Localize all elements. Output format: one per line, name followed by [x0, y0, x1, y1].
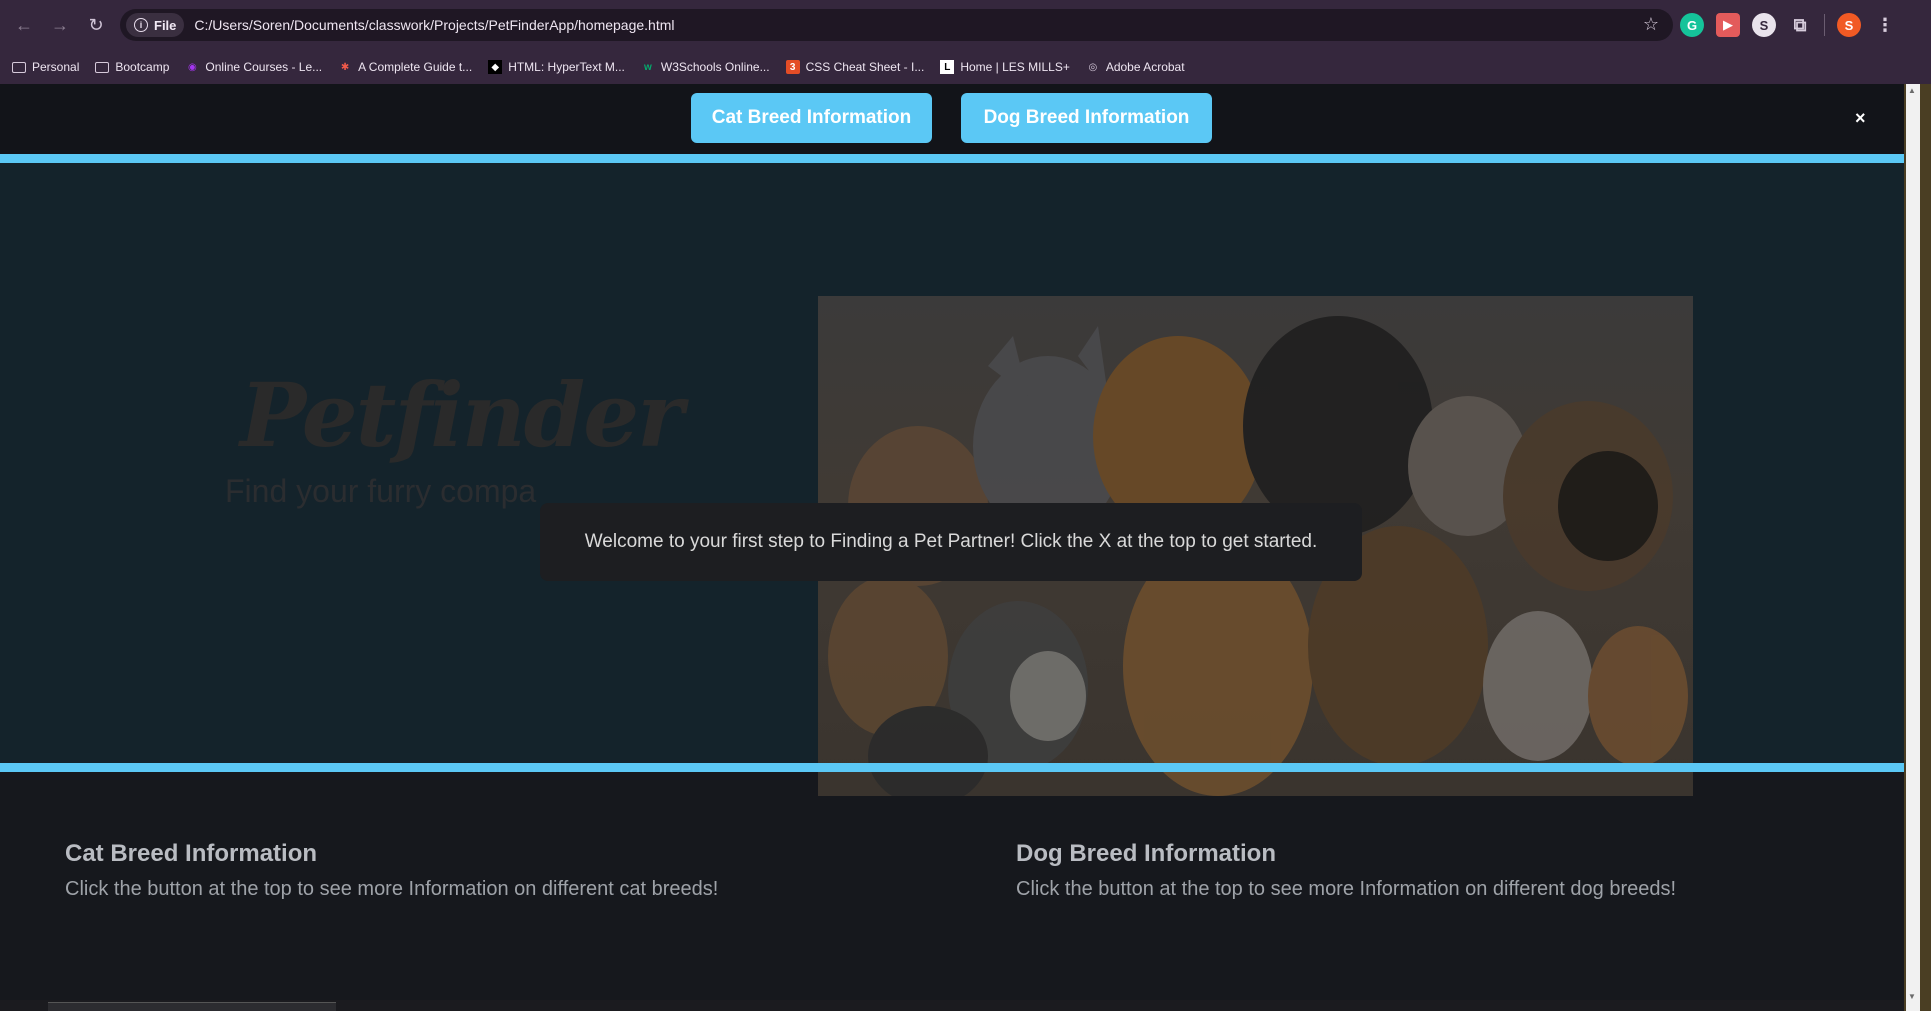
close-icon[interactable]: × — [1855, 108, 1866, 129]
folder-icon — [95, 61, 110, 73]
bookmark-label: A Complete Guide t... — [358, 60, 473, 74]
w3schools-icon: w — [643, 61, 652, 73]
os-taskbar — [0, 1000, 1904, 1011]
mdn-icon: ◆ — [488, 60, 503, 74]
scrollbar-track[interactable] — [1906, 84, 1920, 1011]
dog-breed-button[interactable]: Dog Breed Information — [961, 93, 1212, 143]
taskbar-search[interactable] — [48, 1002, 336, 1011]
file-chip-label: File — [154, 17, 177, 33]
browser-menu-icon[interactable]: ⋮ — [1873, 13, 1897, 37]
dog-info-title: Dog Breed Information — [1016, 840, 1277, 867]
grammarly-icon[interactable]: G — [1680, 13, 1704, 37]
recorder-extension-icon[interactable]: ▶ — [1716, 13, 1740, 37]
bookmark-item[interactable]: 3 CSS Cheat Sheet - I... — [785, 60, 925, 74]
cat-breed-button[interactable]: Cat Breed Information — [691, 93, 932, 143]
bookmark-label: HTML: HyperText M... — [508, 60, 625, 74]
petfinder-logo: Petfinder — [240, 363, 684, 467]
dog-info-text: Click the button at the top to see more … — [1016, 878, 1677, 900]
page-content: Cat Breed Information Dog Breed Informat… — [0, 84, 1904, 1011]
folder-icon — [12, 61, 26, 73]
cat-info-text: Click the button at the top to see more … — [65, 878, 719, 900]
bookmark-item[interactable]: ✱ A Complete Guide t... — [338, 60, 472, 74]
browser-chrome: ← → ↻ i File C:/Users/Soren/Documents/cl… — [0, 0, 1931, 84]
reload-icon[interactable]: ↻ — [78, 7, 114, 43]
top-navigation: Cat Breed Information Dog Breed Informat… — [0, 84, 1904, 154]
udemy-icon: ◉ — [188, 61, 197, 73]
bookmark-label: W3Schools Online... — [660, 60, 770, 74]
bookmark-item[interactable]: ◎ Adobe Acrobat — [1086, 60, 1185, 74]
bookmark-item[interactable]: L Home | LES MILLS+ — [940, 60, 1070, 74]
bookmark-item[interactable]: Bootcamp — [95, 60, 169, 74]
welcome-tooltip: Welcome to your first step to Finding a … — [540, 503, 1362, 581]
css-icon: 3 — [785, 60, 800, 74]
bookmark-item[interactable]: w W3Schools Online... — [641, 60, 770, 74]
bookmark-item[interactable]: Personal — [12, 60, 79, 74]
bookmark-label: Online Courses - Le... — [205, 60, 323, 74]
bookmark-label: Adobe Acrobat — [1105, 60, 1185, 74]
scroll-down-icon[interactable]: ▼ — [1908, 992, 1916, 1001]
hero-section: Petfinder Find your furry compa Welcome … — [0, 163, 1904, 796]
accent-divider — [0, 154, 1904, 163]
star-logo-icon: ✱ — [340, 61, 350, 73]
bookmark-label: CSS Cheat Sheet - I... — [805, 60, 925, 74]
back-icon[interactable]: ← — [6, 7, 42, 43]
globe-icon: ◎ — [1088, 61, 1098, 73]
bookmark-star-icon[interactable]: ☆ — [1643, 14, 1659, 35]
extensions-area: G ▶ S ⧉ S ⋮ — [1680, 13, 1897, 37]
profile-avatar[interactable]: S — [1837, 13, 1861, 37]
dog-info-section: Dog Breed Information Click the button a… — [1016, 840, 1676, 901]
accent-divider — [0, 763, 1904, 772]
bookmarks-bar: Personal Bootcamp ◉ Online Courses - Le..… — [0, 50, 1931, 84]
cat-info-title: Cat Breed Information — [65, 840, 318, 867]
forward-icon[interactable]: → — [42, 7, 78, 43]
toolbar-divider — [1824, 14, 1825, 36]
page-scrollbar[interactable]: ▲ ▼ — [1904, 84, 1931, 1011]
hero-tagline: Find your furry compa — [225, 473, 537, 509]
bookmark-label: Bootcamp — [115, 60, 170, 74]
site-info-chip[interactable]: i File — [126, 13, 185, 37]
browser-toolbar: ← → ↻ i File C:/Users/Soren/Documents/cl… — [0, 0, 1931, 50]
extensions-puzzle-icon[interactable]: ⧉ — [1788, 13, 1812, 37]
info-icon: i — [134, 18, 148, 32]
lesmills-icon: L — [940, 60, 955, 74]
scroll-up-icon[interactable]: ▲ — [1908, 86, 1916, 95]
s-extension-icon[interactable]: S — [1752, 13, 1776, 37]
bookmark-item[interactable]: ◉ Online Courses - Le... — [185, 60, 322, 74]
address-bar[interactable]: i File C:/Users/Soren/Documents/classwor… — [120, 9, 1673, 41]
url-text[interactable]: C:/Users/Soren/Documents/classwork/Proje… — [194, 17, 674, 33]
bookmark-label: Personal — [32, 60, 80, 74]
bookmark-item[interactable]: ◆ HTML: HyperText M... — [488, 60, 625, 74]
bookmark-label: Home | LES MILLS+ — [960, 60, 1070, 74]
cat-info-section: Cat Breed Information Click the button a… — [65, 840, 718, 901]
